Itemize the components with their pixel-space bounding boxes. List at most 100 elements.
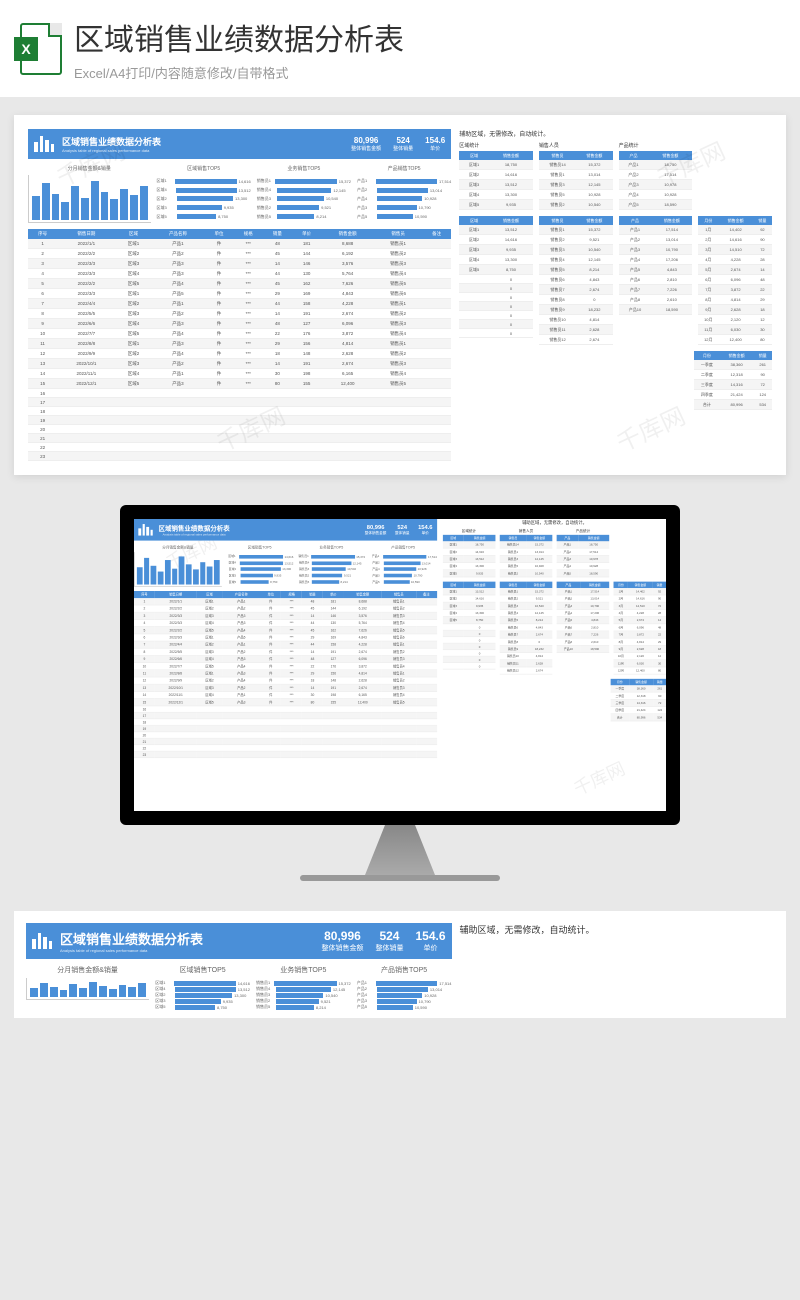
aux-table: 月份销售金额销量1月14,402922月14,616903月14,510724月… — [614, 582, 666, 675]
aux-table: 区域销售金额区域113,512区域214,616区域39,935区域413,30… — [443, 582, 496, 670]
table-row: 32022/3/3区域3产品3件***141463,576销售员3 — [28, 259, 451, 269]
table-row: 21 — [28, 434, 451, 443]
sheet-title-bar: 区域销售业绩数据分析表Analysis table of regional sa… — [134, 519, 437, 541]
table-row: 142022/11/1区域4产品1件***301986,165销售员4 — [134, 691, 437, 698]
page-title: 区域销售业绩数据分析表 — [74, 15, 404, 59]
hbar-chart: 销售员115,372销售员412,145销售员310,540销售员29,521销… — [298, 552, 365, 587]
excel-icon — [20, 23, 62, 75]
sheet-title: 区域销售业绩数据分析表 — [158, 523, 229, 532]
table-row: 62022/3/3区域1产品5件***291694,843销售员6 — [28, 289, 451, 299]
table-row: 102022/7/7区域5产品4件***221763,872销售员4 — [134, 663, 437, 670]
sheet-title: 区域销售业绩数据分析表 — [60, 929, 203, 948]
quarter-table: 月份销售金额销量一季度38,360261二季度12,31890三季度14,316… — [610, 679, 666, 721]
sheet-title-bar: 区域销售业绩数据分析表Analysis table of regional sa… — [28, 129, 451, 159]
table-row: 42022/3/3区域4产品3件***441305,764销售员4 — [134, 619, 437, 626]
stat-block: 524整体销量 — [393, 136, 413, 152]
stat-block: 154.6单价 — [425, 136, 445, 152]
hbar-chart: 销售员115,372销售员412,145销售员310,540销售员29,521销… — [256, 978, 351, 1000]
table-row: 152022/12/1区域5产品3件***8015512,400销售员5 — [28, 379, 451, 389]
aux-title: 辅助区域，无需修改，自动统计。 — [443, 519, 666, 525]
table-row: 112022/8/8区域1产品3件***291564,814销售员1 — [28, 339, 451, 349]
aux-table: 区域销售金额区域118,750区域214,616区域313,512区域413,3… — [459, 151, 533, 210]
table-row: 12022/1/1区域1产品1件***481818,688销售员1 — [134, 598, 437, 605]
table-row: 72022/4/4区域2产品1件***441584,228销售员1 — [134, 641, 437, 648]
table-row: 22022/2/2区域2产品2件***451446,192销售员2 — [134, 605, 437, 612]
table-row: 17 — [28, 398, 451, 407]
monthly-chart — [134, 552, 222, 587]
bars-icon — [138, 524, 152, 536]
aux-table: 产品销售金额产品118,750产品217,514产品310,978产品410,9… — [557, 535, 610, 577]
bars-icon — [32, 933, 52, 949]
table-row: 12022/1/1区域1产品1件***481818,688销售员1 — [28, 239, 451, 249]
aux-table: 区域销售金额区域113,512区域214,616区域39,935区域413,30… — [459, 216, 533, 338]
table-row: 122022/9/9区域2产品4件***181482,628销售员2 — [134, 677, 437, 684]
sheet-title: 区域销售业绩数据分析表 — [62, 135, 161, 148]
monitor-mockup: 千库网 千库网 区域销售业绩数据分析表Analysis table of reg… — [0, 505, 800, 881]
table-row: 23 — [134, 751, 437, 757]
table-row: 132022/10/1区域3产品2件***141912,674销售员3 — [134, 684, 437, 691]
aux-table: 销售员销售金额销售员115,372销售员29,521销售员310,540销售员4… — [500, 582, 553, 675]
table-row: 23 — [28, 452, 451, 461]
watermark: 千库网 — [569, 755, 629, 801]
main-data-table: 序号销售日期区域产品名称单位规格销量单价销售金额销售员备注12022/1/1区域… — [134, 591, 437, 758]
sheet-title-bar: 区域销售业绩数据分析表Analysis table of regional sa… — [26, 923, 452, 959]
table-row: 22 — [28, 443, 451, 452]
aux-table: 月份销售金额销量1月14,402922月14,616903月14,510724月… — [698, 216, 772, 345]
hbar-chart: 产品117,514产品213,014产品410,928产品310,790产品51… — [369, 552, 436, 587]
hbar-chart: 区域114,616区域413,512区域213,300区域39,935区域58,… — [155, 978, 250, 1000]
stat-block: 524整体销量 — [375, 929, 403, 953]
table-row: 19 — [28, 416, 451, 425]
monthly-chart — [26, 978, 149, 1000]
stat-block: 80,996整体销售金额 — [321, 929, 363, 953]
hbar-chart: 区域114,616区域413,512区域213,300区域39,935区域58,… — [226, 552, 293, 587]
table-row: 18 — [28, 407, 451, 416]
aux-title: 辅助区域，无需修改，自动统计。 — [460, 923, 775, 936]
stat-block: 154.6单价 — [415, 929, 445, 953]
aux-table: 产品销售金额产品118,750产品217,514产品310,978产品410,9… — [619, 151, 693, 210]
table-row: 22022/2/2区域2产品2件***451446,192销售员2 — [28, 249, 451, 259]
aux-table: 销售员销售金额销售员1415,372销售员113,014销售员312,145销售… — [500, 535, 553, 577]
detail-strip: 区域销售业绩数据分析表Analysis table of regional sa… — [14, 911, 786, 1018]
table-row: 32022/3/3区域3产品3件***141463,576销售员3 — [134, 612, 437, 619]
table-row: 92022/6/6区域4产品3件***481276,096销售员3 — [134, 655, 437, 662]
table-row: 62022/3/3区域1产品5件***291694,843销售员6 — [134, 634, 437, 641]
table-row: 42022/3/3区域4产品3件***441305,764销售员4 — [28, 269, 451, 279]
aux-table: 销售员销售金额销售员1415,372销售员113,014销售员312,145销售… — [539, 151, 613, 210]
table-row: 142022/11/1区域4产品1件***301986,165销售员4 — [28, 369, 451, 379]
aux-table: 产品销售金额产品117,514产品213,014产品310,790产品417,2… — [557, 582, 610, 653]
table-row: 72022/4/4区域2产品1件***441584,228销售员1 — [28, 299, 451, 309]
chart-title: 分月销售金额&销量 — [28, 165, 151, 172]
table-row: 102022/7/7区域5产品4件***221763,872销售员4 — [28, 329, 451, 339]
hbar-chart: 产品117,514产品213,014产品410,928产品310,790产品51… — [357, 175, 451, 223]
aux-table: 产品销售金额产品117,514产品213,014产品310,790产品417,2… — [619, 216, 693, 315]
chart-title: 分月销售金额&销量 — [134, 545, 222, 550]
hbar-chart: 产品117,514产品213,014产品410,928产品310,790产品51… — [357, 978, 452, 1000]
table-row: 52022/2/2区域5产品4件***451627,626销售员5 — [134, 627, 437, 634]
chart-title: 分月销售金额&销量 — [26, 965, 149, 975]
aux-table: 区域销售金额区域118,750区域214,616区域313,512区域413,3… — [443, 535, 496, 577]
table-row: 20 — [28, 425, 451, 434]
aux-table: 销售员销售金额销售员115,372销售员29,521销售员310,540销售员4… — [539, 216, 613, 345]
table-row: 122022/9/9区域2产品4件***181482,628销售员2 — [28, 349, 451, 359]
hbar-chart: 销售员115,372销售员412,145销售员310,540销售员29,521销… — [257, 175, 351, 223]
main-data-table: 序号销售日期区域产品名称单位规格销量单价销售金额销售员备注12022/1/1区域… — [28, 229, 451, 461]
bars-icon — [34, 136, 54, 152]
hero-header: 区域销售业绩数据分析表 Excel/A4打印/内容随意修改/自带格式 — [0, 0, 800, 97]
table-row: 112022/8/8区域1产品3件***291564,814销售员1 — [134, 670, 437, 677]
table-row: 16 — [28, 389, 451, 398]
stat-block: 154.6单价 — [418, 524, 432, 536]
hbar-chart: 区域114,616区域413,512区域213,300区域39,935区域58,… — [157, 175, 251, 223]
table-row: 132022/10/1区域3产品2件***141912,674销售员3 — [28, 359, 451, 369]
table-row: 92022/6/6区域4产品3件***481276,096销售员3 — [28, 319, 451, 329]
monthly-chart — [28, 175, 151, 223]
page-subtitle: Excel/A4打印/内容随意修改/自带格式 — [74, 63, 404, 82]
table-row: 52022/2/2区域5产品4件***451627,626销售员5 — [28, 279, 451, 289]
table-row: 82022/5/5区域3产品2件***141912,674销售员2 — [134, 648, 437, 655]
table-row: 152022/12/1区域5产品3件***8015512,400销售员5 — [134, 699, 437, 706]
table-row: 82022/5/5区域3产品2件***141912,674销售员2 — [28, 309, 451, 319]
stat-block: 524整体销量 — [395, 524, 409, 536]
stat-block: 80,996整体销售金额 — [365, 524, 387, 536]
quarter-table: 月份销售金额销量一季度38,360261二季度12,31890三季度14,316… — [694, 351, 772, 410]
aux-title: 辅助区域，无需修改，自动统计。 — [459, 129, 772, 138]
stat-block: 80,996整体销售金额 — [351, 136, 381, 152]
